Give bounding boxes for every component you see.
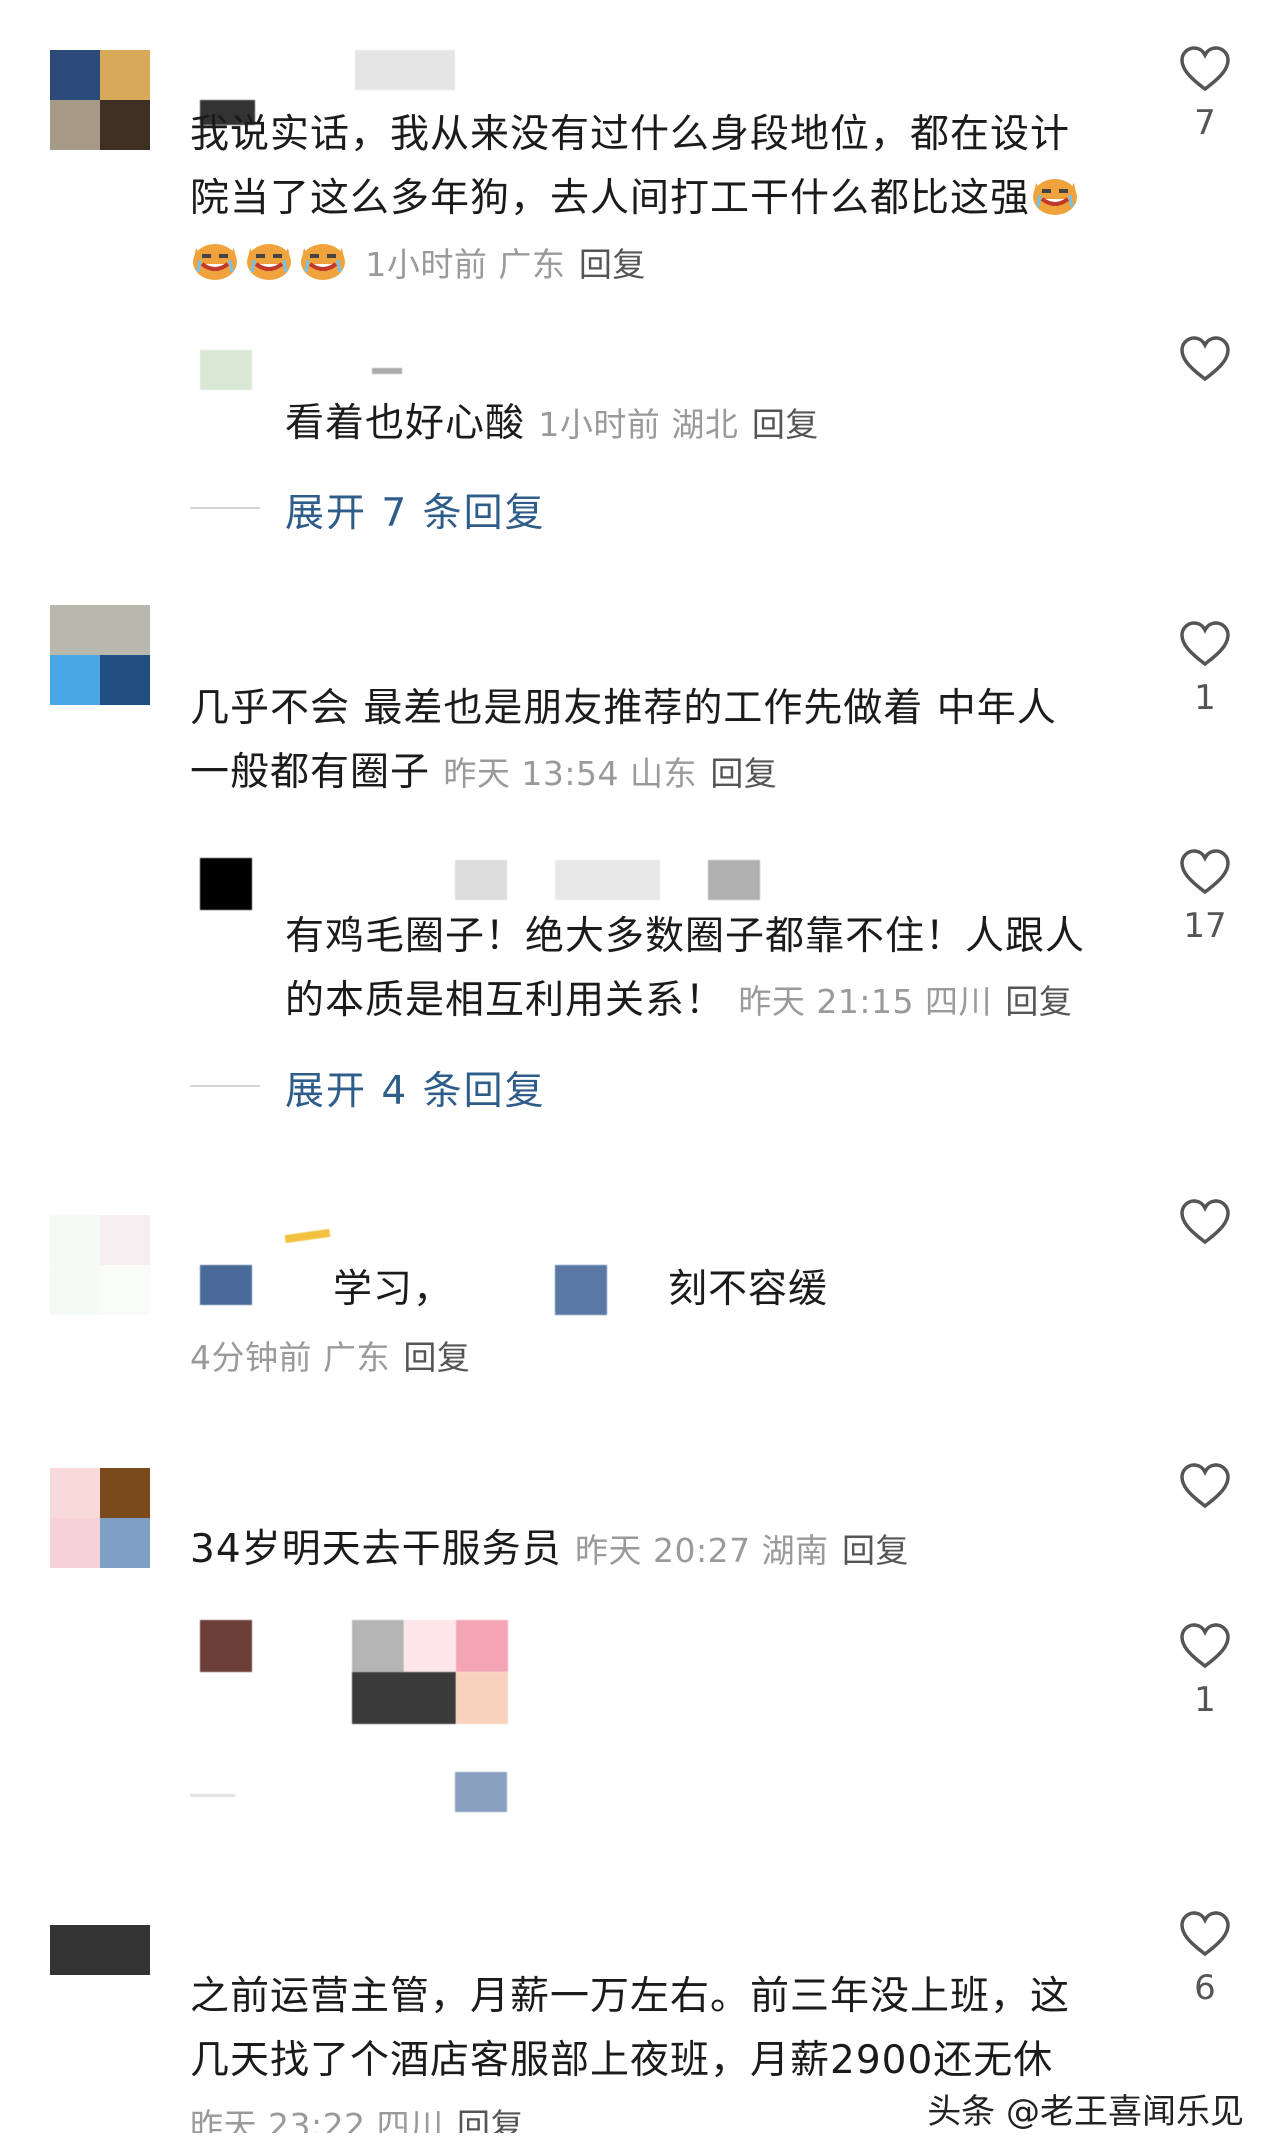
avatar[interactable]	[50, 1925, 150, 2025]
username-redacted[interactable]	[455, 860, 507, 900]
like-button[interactable]	[1175, 1462, 1235, 1514]
reply-button[interactable]: 回复	[457, 2106, 524, 2133]
comment-meta: 1小时前 广东	[365, 245, 566, 284]
like-count: 6	[1194, 1968, 1216, 2008]
comment-text: 几乎不会 最差也是朋友推荐的工作先做着 中年人 一般都有圈子 昨天 13:54 …	[190, 686, 1057, 795]
comment-meta-row: 1小时前 广东 回复	[190, 232, 646, 297]
avatar[interactable]	[50, 605, 150, 705]
like-button[interactable]: 6	[1175, 1910, 1235, 2008]
reply-text-row: 看着也好心酸 1小时前 湖北 回复	[285, 401, 819, 446]
reply-button[interactable]: 回复	[403, 1338, 470, 1377]
reply-button[interactable]: 回复	[842, 1531, 909, 1570]
redacted-block	[404, 1620, 456, 1672]
redacted-block	[555, 1265, 607, 1315]
redacted-block	[456, 1672, 508, 1724]
redacted-block	[352, 1620, 404, 1672]
comment-meta-row: 4分钟前 广东 回复	[190, 1325, 470, 1390]
like-button[interactable]: 1	[1175, 620, 1235, 718]
reply-button[interactable]: 回复	[579, 245, 646, 284]
crying-cat-emoji-icon	[1030, 173, 1080, 217]
heart-icon	[1180, 621, 1230, 667]
avatar[interactable]	[200, 1620, 252, 1672]
like-button[interactable]: 7	[1175, 45, 1235, 143]
heart-icon	[1180, 1911, 1230, 1957]
comment-meta: 1小时前 湖北	[538, 405, 739, 444]
emoji-row	[190, 241, 365, 286]
like-count: 17	[1183, 906, 1227, 946]
username-redacted[interactable]	[284, 1228, 331, 1244]
like-count: 7	[1194, 103, 1216, 143]
reply-button[interactable]: 回复	[752, 405, 819, 444]
crying-cat-emoji-icon	[244, 238, 294, 282]
redacted-block	[200, 1265, 252, 1305]
divider	[190, 1794, 235, 1797]
reply-button[interactable]: 回复	[1005, 982, 1072, 1021]
heart-icon	[1180, 46, 1230, 92]
heart-icon	[1180, 1463, 1230, 1509]
username-redacted[interactable]	[708, 860, 760, 900]
heart-icon	[1180, 1623, 1230, 1669]
username-redacted[interactable]	[355, 50, 455, 90]
avatar[interactable]	[200, 350, 252, 390]
like-button[interactable]	[1175, 335, 1235, 387]
heart-icon	[1180, 849, 1230, 895]
username-redacted[interactable]	[372, 368, 402, 374]
avatar[interactable]	[50, 1215, 150, 1315]
heart-icon	[1180, 1199, 1230, 1245]
avatar[interactable]	[200, 858, 252, 910]
like-button[interactable]: 1	[1175, 1622, 1235, 1720]
like-count: 1	[1194, 678, 1216, 718]
reply-text: 有鸡毛圈子！绝大多数圈子都靠不住！人跟人 的本质是相互利用关系！ 昨天 21:1…	[285, 914, 1086, 1023]
comment-text: 我说实话，我从来没有过什么身段地位，都在设计 院当了这么多年狗，去人间打工干什么…	[190, 103, 1084, 231]
username-redacted[interactable]	[555, 860, 660, 900]
redacted-block	[456, 1620, 508, 1672]
crying-cat-emoji-icon	[190, 238, 240, 282]
redacted-block	[352, 1672, 456, 1724]
comment-meta: 昨天 20:27 湖南	[575, 1531, 829, 1570]
comment-text-fragment: 学习，	[333, 1267, 454, 1312]
comment-text-row: 34岁明天去干服务员 昨天 20:27 湖南 回复	[190, 1527, 910, 1572]
comment-meta: 昨天 13:54 山东	[443, 754, 698, 793]
reply-button[interactable]: 回复	[710, 754, 777, 793]
divider	[190, 507, 260, 509]
watermark: 头条 @老王喜闻乐见	[919, 2082, 1252, 2135]
avatar[interactable]	[50, 1468, 150, 1568]
crying-cat-emoji-icon	[298, 238, 348, 282]
comment-text-fragment: 刻不容缓	[668, 1267, 829, 1312]
comment-meta: 昨天 21:15 四川	[738, 982, 993, 1021]
comment-meta: 4分钟前 广东	[190, 1338, 390, 1377]
avatar[interactable]	[50, 50, 150, 150]
expand-replies-button[interactable]: 展开 4 条回复	[285, 1060, 546, 1116]
expand-replies-button[interactable]: 展开 7 条回复	[285, 482, 546, 538]
like-button[interactable]	[1175, 1198, 1235, 1250]
like-count: 1	[1194, 1680, 1216, 1720]
comment-meta: 昨天 23:22 四川	[190, 2106, 444, 2133]
divider	[190, 1085, 260, 1087]
like-button[interactable]: 17	[1175, 848, 1235, 946]
heart-icon	[1180, 336, 1230, 382]
redacted-block	[455, 1772, 507, 1812]
